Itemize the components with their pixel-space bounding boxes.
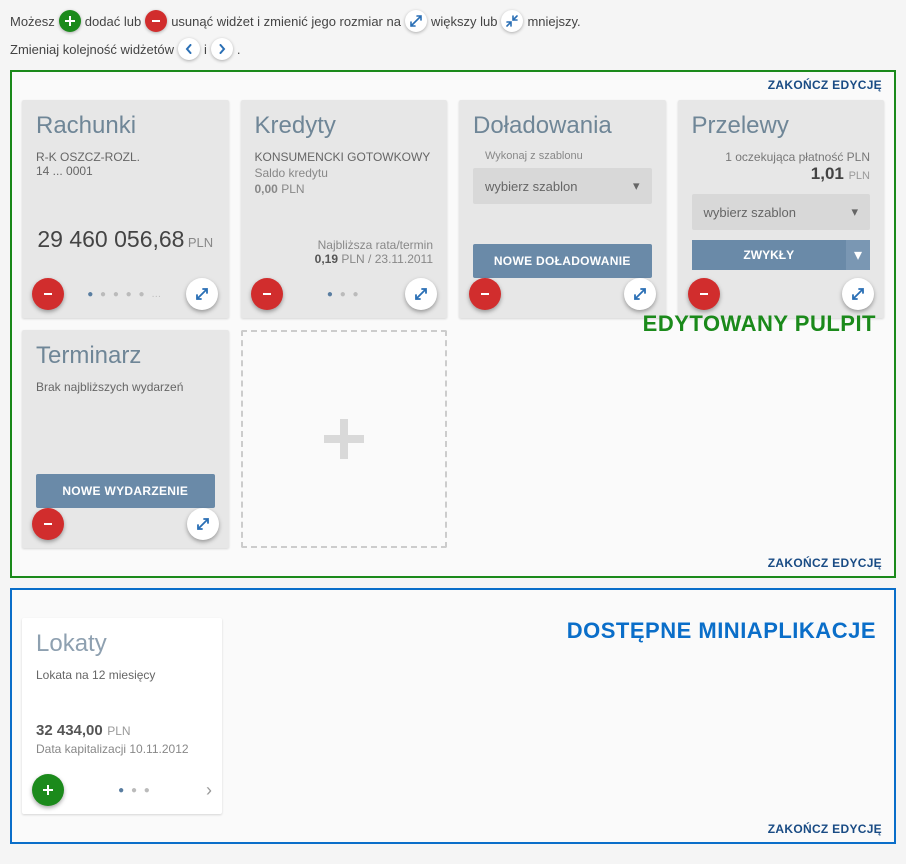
enlarge-icon [405, 10, 427, 32]
resize-widget-button[interactable] [405, 278, 437, 310]
template-label: Wykonaj z szablonu [485, 150, 652, 162]
transfer-type-label: ZWYKŁY [692, 240, 847, 270]
widget-doladowania: Doładowania Wykonaj z szablonu wybierz s… [459, 100, 666, 318]
arrow-right-icon [211, 38, 233, 60]
chevron-down-icon: ▾ [851, 204, 858, 220]
add-icon [59, 10, 81, 32]
account-name: R-K OSZCZ-ROZL. [36, 150, 215, 164]
remove-icon [145, 10, 167, 32]
capitalization-date: Data kapitalizacji 10.11.2012 [36, 742, 208, 756]
finish-edit-link[interactable]: ZAKOŃCZ EDYCJĘ [768, 556, 882, 570]
new-event-button[interactable]: NOWE WYDARZENIE [36, 474, 215, 508]
widget-lokaty: Lokaty Lokata na 12 miesięcy 32 434,00 P… [22, 618, 222, 814]
account-balance: 29 460 056,68 [37, 226, 184, 252]
remove-widget-button[interactable] [469, 278, 501, 310]
saldo-value: 0,00 [255, 182, 278, 196]
currency: PLN [341, 252, 364, 266]
chevron-down-icon: ▾ [633, 178, 640, 194]
resize-widget-button[interactable] [842, 278, 874, 310]
template-placeholder: wybierz szablon [485, 179, 578, 194]
empty-msg: Brak najbliższych wydarzeń [36, 380, 215, 394]
edited-dashboard-panel: ZAKOŃCZ EDYCJĘ Rachunki R-K OSZCZ-ROZL. … [10, 70, 896, 578]
pending-amount: 1,01 [811, 164, 844, 183]
widget-title: Rachunki [36, 112, 215, 140]
widget-kredyty: Kredyty KONSUMENCKI GOTOWKOWY Saldo kred… [241, 100, 448, 318]
intro-line-2: Zmieniaj kolejność widżetów i . [10, 38, 896, 60]
intro-text: Możesz [10, 14, 55, 29]
add-widget-button[interactable] [32, 774, 64, 806]
transfer-type-button[interactable]: ZWYKŁY ▾ [692, 240, 871, 270]
widget-terminarz: Terminarz Brak najbliższych wydarzeń NOW… [22, 330, 229, 548]
pending-label: 1 oczekująca płatność PLN [692, 150, 871, 164]
intro-text: i [204, 42, 207, 57]
remove-widget-button[interactable] [688, 278, 720, 310]
pager-dots: ● ● ● [327, 289, 361, 300]
finish-edit-link[interactable]: ZAKOŃCZ EDYCJĘ [768, 78, 882, 92]
widget-title: Lokaty [36, 630, 208, 658]
widget-title: Terminarz [36, 342, 215, 370]
available-miniapps-panel: Lokaty Lokata na 12 miesięcy 32 434,00 P… [10, 588, 896, 844]
available-miniapps-label: DOSTĘPNE MINIAPLIKACJE [567, 618, 876, 644]
add-widget-placeholder[interactable] [241, 330, 448, 548]
widget-rachunki: Rachunki R-K OSZCZ-ROZL. 14 ... 0001 29 … [22, 100, 229, 318]
currency: PLN [188, 235, 213, 250]
resize-widget-button[interactable] [186, 278, 218, 310]
intro-text: większy lub [431, 14, 497, 29]
deposit-amount: 32 434,00 [36, 722, 103, 739]
credit-name: KONSUMENCKI GOTOWKOWY [255, 150, 434, 164]
widget-title: Przelewy [692, 112, 871, 140]
plus-icon [314, 409, 374, 469]
template-placeholder: wybierz szablon [704, 205, 797, 220]
pager-dots: ● ● ● ● ● … [87, 289, 163, 300]
currency: PLN [849, 170, 870, 182]
intro-text: mniejszy. [527, 14, 580, 29]
next-installment-label: Najbliższa rata/termin [255, 238, 434, 252]
finish-edit-link[interactable]: ZAKOŃCZ EDYCJĘ [768, 822, 882, 836]
deposit-name: Lokata na 12 miesięcy [36, 668, 208, 682]
chevron-right-icon[interactable]: › [206, 780, 212, 801]
intro-line-1: Możesz dodać lub usunąć widżet i zmienić… [10, 10, 896, 32]
next-installment-value: 0,19 [315, 252, 338, 266]
pager-dots: ● ● ● [118, 785, 152, 796]
widget-przelewy: Przelewy 1 oczekująca płatność PLN 1,01 … [678, 100, 885, 318]
account-number: 14 ... 0001 [36, 164, 215, 178]
arrow-left-icon [178, 38, 200, 60]
shrink-icon [501, 10, 523, 32]
edited-dashboard-label: EDYTOWANY PULPIT [643, 311, 876, 337]
next-installment-date: 23.11.2011 [375, 252, 433, 266]
intro-text: Zmieniaj kolejność widżetów [10, 42, 174, 57]
intro-text: . [237, 42, 241, 57]
remove-widget-button[interactable] [32, 508, 64, 540]
intro-text: usunąć widżet i zmienić jego rozmiar na [171, 14, 401, 29]
remove-widget-button[interactable] [251, 278, 283, 310]
widget-title: Doładowania [473, 112, 652, 140]
template-select[interactable]: wybierz szablon ▾ [692, 194, 871, 230]
saldo-label: Saldo kredytu [255, 166, 434, 180]
resize-widget-button[interactable] [187, 508, 219, 540]
remove-widget-button[interactable] [32, 278, 64, 310]
template-select[interactable]: wybierz szablon ▾ [473, 168, 652, 204]
resize-widget-button[interactable] [624, 278, 656, 310]
currency: PLN [107, 724, 130, 738]
currency: PLN [281, 182, 304, 196]
new-topup-button[interactable]: NOWE DOŁADOWANIE [473, 244, 652, 278]
widget-title: Kredyty [255, 112, 434, 140]
chevron-down-icon[interactable]: ▾ [846, 240, 870, 270]
intro-text: dodać lub [85, 14, 141, 29]
